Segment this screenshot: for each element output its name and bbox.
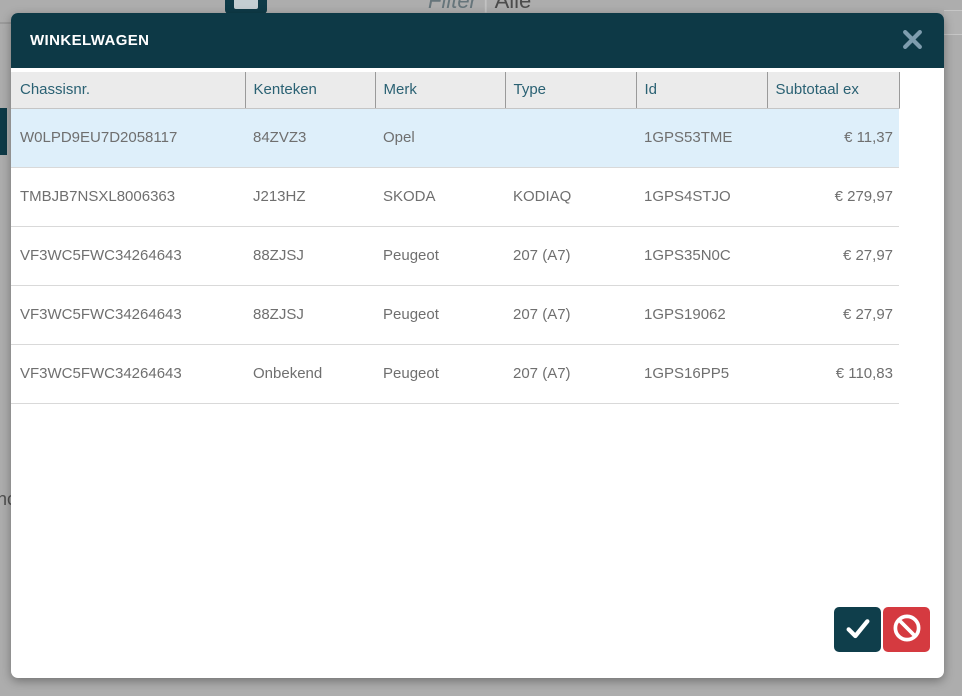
cell-kenteken: 84ZVZ3 — [245, 108, 375, 167]
cell-id: 1GPS53TME — [636, 108, 767, 167]
filter-separator: | — [477, 0, 495, 13]
cell-kenteken: 88ZJSJ — [245, 285, 375, 344]
cell-merk: Opel — [375, 108, 505, 167]
column-header: Id — [636, 72, 767, 108]
background-edge-lines-right — [944, 10, 962, 35]
column-header: Subtotaal ex — [767, 72, 899, 108]
list-icon — [225, 0, 267, 14]
cart-table-body: W0LPD9EU7D2058117 84ZVZ3 Opel 1GPS53TME … — [11, 108, 899, 403]
winkelwagen-dialog: WINKELWAGEN Chassisnr.KentekenMerkTypeId… — [11, 13, 944, 678]
cell-chassisnr: VF3WC5FWC34264643 — [11, 226, 245, 285]
cell-merk: Peugeot — [375, 285, 505, 344]
column-header: Kenteken — [245, 72, 375, 108]
cell-id: 1GPS16PP5 — [636, 344, 767, 403]
cell-merk: Peugeot — [375, 344, 505, 403]
column-header: Type — [505, 72, 636, 108]
cell-chassisnr: VF3WC5FWC34264643 — [11, 285, 245, 344]
dialog-titlebar: WINKELWAGEN — [11, 13, 944, 68]
cell-chassisnr: TMBJB7NSXL8006363 — [11, 167, 245, 226]
cell-chassisnr: VF3WC5FWC34264643 — [11, 344, 245, 403]
cell-type: KODIAQ — [505, 167, 636, 226]
table-row[interactable]: VF3WC5FWC34264643 88ZJSJ Peugeot 207 (A7… — [11, 285, 899, 344]
cell-subtotaal: € 11,37 — [767, 108, 899, 167]
cell-kenteken: 88ZJSJ — [245, 226, 375, 285]
filter-label: Filter — [428, 0, 477, 13]
table-header-row: Chassisnr.KentekenMerkTypeIdSubtotaal ex — [11, 72, 899, 108]
cell-chassisnr: W0LPD9EU7D2058117 — [11, 108, 245, 167]
close-icon — [902, 29, 923, 53]
cell-subtotaal: € 27,97 — [767, 226, 899, 285]
cart-table: Chassisnr.KentekenMerkTypeIdSubtotaal ex… — [11, 72, 900, 404]
cell-subtotaal: € 110,83 — [767, 344, 899, 403]
cell-merk: Peugeot — [375, 226, 505, 285]
cell-type: 207 (A7) — [505, 285, 636, 344]
cell-kenteken: Onbekend — [245, 344, 375, 403]
table-row[interactable]: VF3WC5FWC34264643 Onbekend Peugeot 207 (… — [11, 344, 899, 403]
cell-subtotaal: € 279,97 — [767, 167, 899, 226]
cell-type: 207 (A7) — [505, 344, 636, 403]
background-edge-line — [0, 22, 11, 24]
cell-id: 1GPS4STJO — [636, 167, 767, 226]
cell-id: 1GPS19062 — [636, 285, 767, 344]
dialog-body: Chassisnr.KentekenMerkTypeIdSubtotaal ex… — [11, 68, 944, 678]
column-header: Merk — [375, 72, 505, 108]
dialog-title: WINKELWAGEN — [30, 32, 149, 49]
cell-id: 1GPS35N0C — [636, 226, 767, 285]
filter-bar: Filter|Alle — [428, 0, 531, 14]
dialog-actions — [834, 607, 930, 652]
table-row[interactable]: W0LPD9EU7D2058117 84ZVZ3 Opel 1GPS53TME … — [11, 108, 899, 167]
prohibition-icon — [890, 611, 924, 648]
table-row[interactable]: VF3WC5FWC34264643 88ZJSJ Peugeot 207 (A7… — [11, 226, 899, 285]
close-button[interactable] — [899, 28, 925, 54]
cell-merk: SKODA — [375, 167, 505, 226]
table-row[interactable]: TMBJB7NSXL8006363 J213HZ SKODA KODIAQ 1G… — [11, 167, 899, 226]
cell-kenteken: J213HZ — [245, 167, 375, 226]
confirm-button[interactable] — [834, 607, 881, 652]
cell-type: 207 (A7) — [505, 226, 636, 285]
checkmark-icon — [842, 612, 874, 647]
cancel-button[interactable] — [883, 607, 930, 652]
column-header: Chassisnr. — [11, 72, 245, 108]
background-teal-strip — [0, 108, 7, 155]
cell-subtotaal: € 27,97 — [767, 285, 899, 344]
filter-value: Alle — [495, 0, 532, 13]
cell-type — [505, 108, 636, 167]
